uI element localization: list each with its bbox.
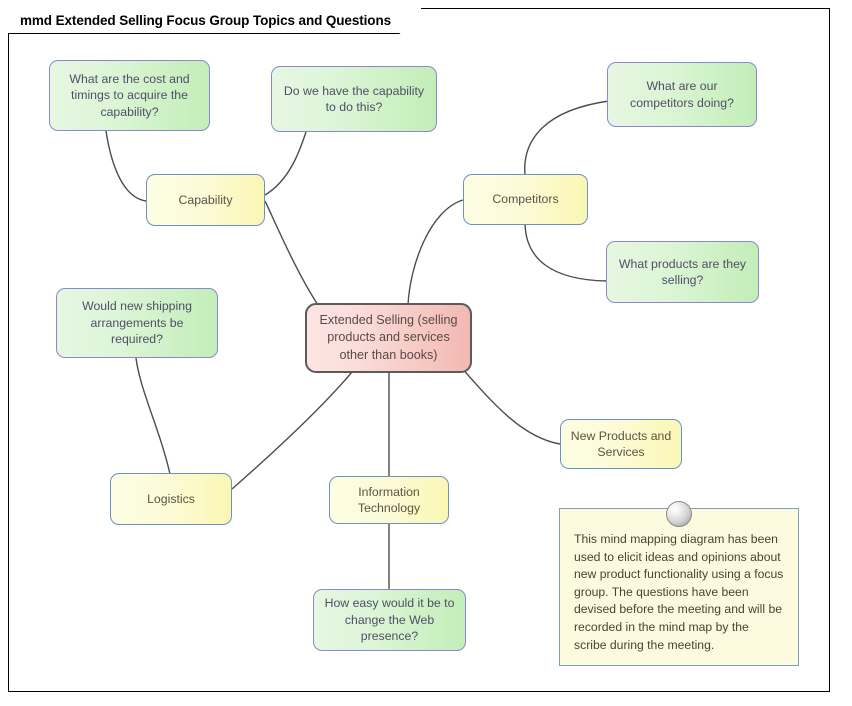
topic-node-logistics[interactable]: Logistics — [110, 473, 232, 525]
diagram-note[interactable]: This mind mapping diagram has been used … — [559, 508, 799, 666]
central-node-label: Extended Selling (selling products and s… — [319, 312, 458, 362]
central-node-extended-selling[interactable]: Extended Selling (selling products and s… — [305, 303, 472, 373]
question-node-label: What are the cost and timings to acquire… — [69, 71, 190, 119]
question-node-competitors-doing[interactable]: What are our competitors doing? — [607, 62, 757, 127]
question-node-label: Do we have the capability to do this? — [283, 83, 425, 115]
question-node-cost-and-timings[interactable]: What are the cost and timings to acquire… — [49, 60, 210, 131]
question-node-products-selling[interactable]: What products are they selling? — [606, 241, 759, 303]
question-node-web-presence[interactable]: How easy would it be to change the Web p… — [313, 589, 466, 651]
diagram-note-text: This mind mapping diagram has been used … — [574, 532, 784, 652]
diagram-canvas: mmd Extended Selling Focus Group Topics … — [0, 0, 852, 706]
topic-node-information-technology[interactable]: Information Technology — [329, 476, 449, 524]
topic-node-new-products-and-services[interactable]: New Products and Services — [560, 419, 682, 469]
topic-node-label: Competitors — [492, 192, 559, 207]
question-node-label: What are our competitors doing? — [630, 79, 734, 110]
question-node-have-capability[interactable]: Do we have the capability to do this? — [271, 66, 437, 132]
note-pin-icon — [666, 501, 692, 527]
topic-node-label: Logistics — [147, 491, 195, 506]
topic-node-label: New Products and Services — [570, 428, 672, 460]
frame-title-text: mmd Extended Selling Focus Group Topics … — [20, 13, 391, 28]
topic-node-capability[interactable]: Capability — [146, 174, 265, 226]
question-node-label: How easy would it be to change the Web p… — [324, 596, 455, 644]
frame-title-tab: mmd Extended Selling Focus Group Topics … — [8, 8, 421, 34]
question-node-label: What products are they selling? — [618, 256, 747, 288]
topic-node-competitors[interactable]: Competitors — [463, 174, 588, 225]
question-node-label: Would new shipping arrangements be requi… — [82, 299, 192, 347]
topic-node-label: Information Technology — [357, 484, 421, 516]
topic-node-label: Capability — [178, 192, 233, 207]
question-node-shipping-arrangements[interactable]: Would new shipping arrangements be requi… — [56, 288, 218, 358]
